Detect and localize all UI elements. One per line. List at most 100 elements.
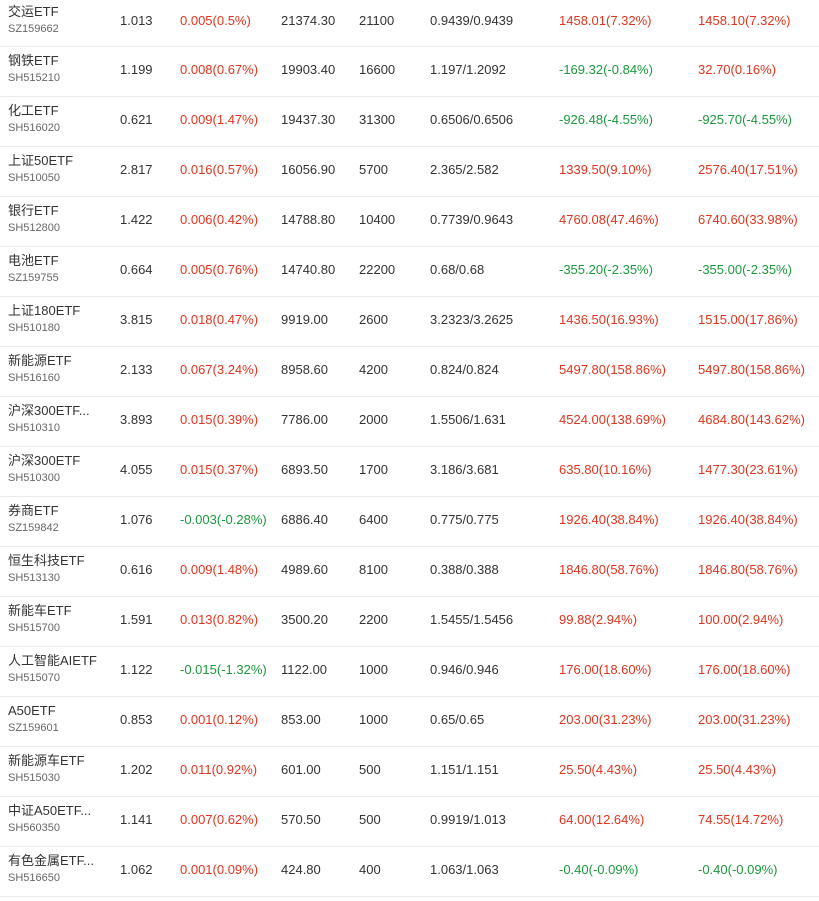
fund-name-cell[interactable]: 电池ETF SZ159755 — [8, 252, 113, 286]
holding-quantity: 2600 — [359, 312, 388, 327]
fund-name-cell[interactable]: 银行ETF SH512800 — [8, 202, 113, 236]
fund-name-cell[interactable]: 券商ETF SZ159842 — [8, 502, 113, 536]
current-price: 1.202 — [120, 762, 153, 777]
fund-name[interactable]: 上证50ETF — [8, 152, 104, 170]
fund-code: SH510300 — [8, 472, 60, 484]
fund-name[interactable]: 上证180ETF — [8, 302, 104, 320]
cost-price: 0.775/0.775 — [430, 512, 499, 527]
price-change: 0.001(0.12%) — [180, 712, 259, 727]
holding-row[interactable]: 中证A50ETF... SH560350 1.141 0.007(0.62%) … — [0, 797, 819, 847]
position-profit-loss: 5497.80(158.86%) — [559, 362, 666, 377]
holding-row[interactable]: 人工智能AIETF SH515070 1.122 -0.015(-1.32%) … — [0, 647, 819, 697]
position-profit-loss: 1436.50(16.93%) — [559, 312, 659, 327]
fund-name[interactable]: 沪深300ETF — [8, 452, 104, 470]
fund-name[interactable]: 新能源车ETF — [8, 752, 104, 770]
holding-row[interactable]: 化工ETF SH516020 0.621 0.009(1.47%) 19437.… — [0, 97, 819, 147]
price-change: 0.015(0.39%) — [180, 412, 259, 427]
holding-row[interactable]: 沪深300ETF SH510300 4.055 0.015(0.37%) 689… — [0, 447, 819, 497]
fund-name[interactable]: 电池ETF — [8, 252, 104, 270]
holding-row[interactable]: 银行ETF SH512800 1.422 0.006(0.42%) 14788.… — [0, 197, 819, 247]
total-profit-loss: 1926.40(38.84%) — [698, 512, 798, 527]
price-change: 0.005(0.76%) — [180, 262, 259, 277]
cost-price: 0.9919/1.013 — [430, 812, 506, 827]
fund-name-cell[interactable]: 钢铁ETF SH515210 — [8, 52, 113, 86]
holding-row[interactable]: 新能车ETF SH515700 1.591 0.013(0.82%) 3500.… — [0, 597, 819, 647]
current-price: 0.616 — [120, 562, 153, 577]
current-price: 0.664 — [120, 262, 153, 277]
fund-name-cell[interactable]: A50ETF SZ159601 — [8, 702, 113, 736]
fund-name[interactable]: 人工智能AIETF — [8, 652, 104, 670]
total-profit-loss: 1846.80(58.76%) — [698, 562, 798, 577]
fund-name[interactable]: 化工ETF — [8, 102, 104, 120]
current-price: 0.621 — [120, 112, 153, 127]
fund-code: SH515700 — [8, 622, 60, 634]
holding-row[interactable]: 上证180ETF SH510180 3.815 0.018(0.47%) 991… — [0, 297, 819, 347]
holding-row[interactable]: 电池ETF SZ159755 0.664 0.005(0.76%) 14740.… — [0, 247, 819, 297]
holding-row[interactable]: 沪深300ETF... SH510310 3.893 0.015(0.39%) … — [0, 397, 819, 447]
fund-name-cell[interactable]: 新能源车ETF SH515030 — [8, 752, 113, 786]
holding-row[interactable]: 钢铁ETF SH515210 1.199 0.008(0.67%) 19903.… — [0, 47, 819, 97]
position-profit-loss: -0.40(-0.09%) — [559, 862, 639, 877]
fund-name[interactable]: 沪深300ETF... — [8, 402, 104, 420]
fund-name-cell[interactable]: 交运ETF SZ159662 — [8, 3, 113, 37]
holding-row[interactable]: 交运ETF SZ159662 1.013 0.005(0.5%) 21374.3… — [0, 0, 819, 47]
fund-name-cell[interactable]: 沪深300ETF... SH510310 — [8, 402, 113, 436]
fund-name-cell[interactable]: 有色金属ETF... SH516650 — [8, 852, 113, 886]
fund-name[interactable]: A50ETF — [8, 702, 104, 720]
current-price: 3.815 — [120, 312, 153, 327]
fund-name[interactable]: 恒生科技ETF — [8, 552, 104, 570]
fund-name[interactable]: 交运ETF — [8, 3, 104, 21]
fund-name[interactable]: 新能源ETF — [8, 352, 104, 370]
holding-row[interactable]: 有色金属ETF... SH516650 1.062 0.001(0.09%) 4… — [0, 847, 819, 897]
current-price: 1.141 — [120, 812, 153, 827]
total-profit-loss: 74.55(14.72%) — [698, 812, 784, 827]
price-change: 0.008(0.67%) — [180, 62, 259, 77]
fund-name-cell[interactable]: 新能源ETF SH516160 — [8, 352, 113, 386]
fund-code: SH516650 — [8, 872, 60, 884]
position-profit-loss: 64.00(12.64%) — [559, 812, 645, 827]
fund-name[interactable]: 中证A50ETF... — [8, 802, 104, 820]
fund-code: SH515070 — [8, 672, 60, 684]
market-value: 21374.30 — [281, 13, 336, 28]
holding-quantity: 400 — [359, 862, 381, 877]
current-price: 0.853 — [120, 712, 153, 727]
total-profit-loss: -355.00(-2.35%) — [698, 262, 792, 277]
fund-name-cell[interactable]: 中证A50ETF... SH560350 — [8, 802, 113, 836]
position-profit-loss: 1926.40(38.84%) — [559, 512, 659, 527]
holding-quantity: 21100 — [359, 13, 395, 28]
holding-row[interactable]: A50ETF SZ159601 0.853 0.001(0.12%) 853.0… — [0, 697, 819, 747]
holding-row[interactable]: 券商ETF SZ159842 1.076 -0.003(-0.28%) 6886… — [0, 497, 819, 547]
cost-price: 0.68/0.68 — [430, 262, 485, 277]
fund-name-cell[interactable]: 恒生科技ETF SH513130 — [8, 552, 113, 586]
fund-name-cell[interactable]: 沪深300ETF SH510300 — [8, 452, 113, 486]
holding-quantity: 1700 — [359, 462, 388, 477]
fund-name[interactable]: 券商ETF — [8, 502, 104, 520]
price-change: 0.005(0.5%) — [180, 13, 251, 28]
total-profit-loss: -0.40(-0.09%) — [698, 862, 778, 877]
fund-name-cell[interactable]: 上证180ETF SH510180 — [8, 302, 113, 336]
fund-name[interactable]: 有色金属ETF... — [8, 852, 104, 870]
market-value: 424.80 — [281, 862, 321, 877]
holding-row[interactable]: 新能源车ETF SH515030 1.202 0.011(0.92%) 601.… — [0, 747, 819, 797]
price-change: -0.015(-1.32%) — [180, 662, 267, 677]
holding-row[interactable]: 上证50ETF SH510050 2.817 0.016(0.57%) 1605… — [0, 147, 819, 197]
total-profit-loss: 32.70(0.16%) — [698, 62, 777, 77]
fund-name[interactable]: 新能车ETF — [8, 602, 104, 620]
cost-price: 0.9439/0.9439 — [430, 13, 514, 28]
cost-price: 1.5455/1.5456 — [430, 612, 514, 627]
fund-name-cell[interactable]: 上证50ETF SH510050 — [8, 152, 113, 186]
market-value: 4989.60 — [281, 562, 328, 577]
position-profit-loss: 176.00(18.60%) — [559, 662, 652, 677]
fund-name[interactable]: 银行ETF — [8, 202, 104, 220]
fund-name[interactable]: 钢铁ETF — [8, 52, 104, 70]
fund-name-cell[interactable]: 人工智能AIETF SH515070 — [8, 652, 113, 686]
current-price: 1.122 — [120, 662, 153, 677]
market-value: 14740.80 — [281, 262, 336, 277]
fund-name-cell[interactable]: 新能车ETF SH515700 — [8, 602, 113, 636]
position-profit-loss: 1458.01(7.32%) — [559, 13, 652, 28]
holding-row[interactable]: 恒生科技ETF SH513130 0.616 0.009(1.48%) 4989… — [0, 547, 819, 597]
fund-code: SH516160 — [8, 372, 60, 384]
cost-price: 1.197/1.2092 — [430, 62, 506, 77]
holding-row[interactable]: 新能源ETF SH516160 2.133 0.067(3.24%) 8958.… — [0, 347, 819, 397]
fund-name-cell[interactable]: 化工ETF SH516020 — [8, 102, 113, 136]
